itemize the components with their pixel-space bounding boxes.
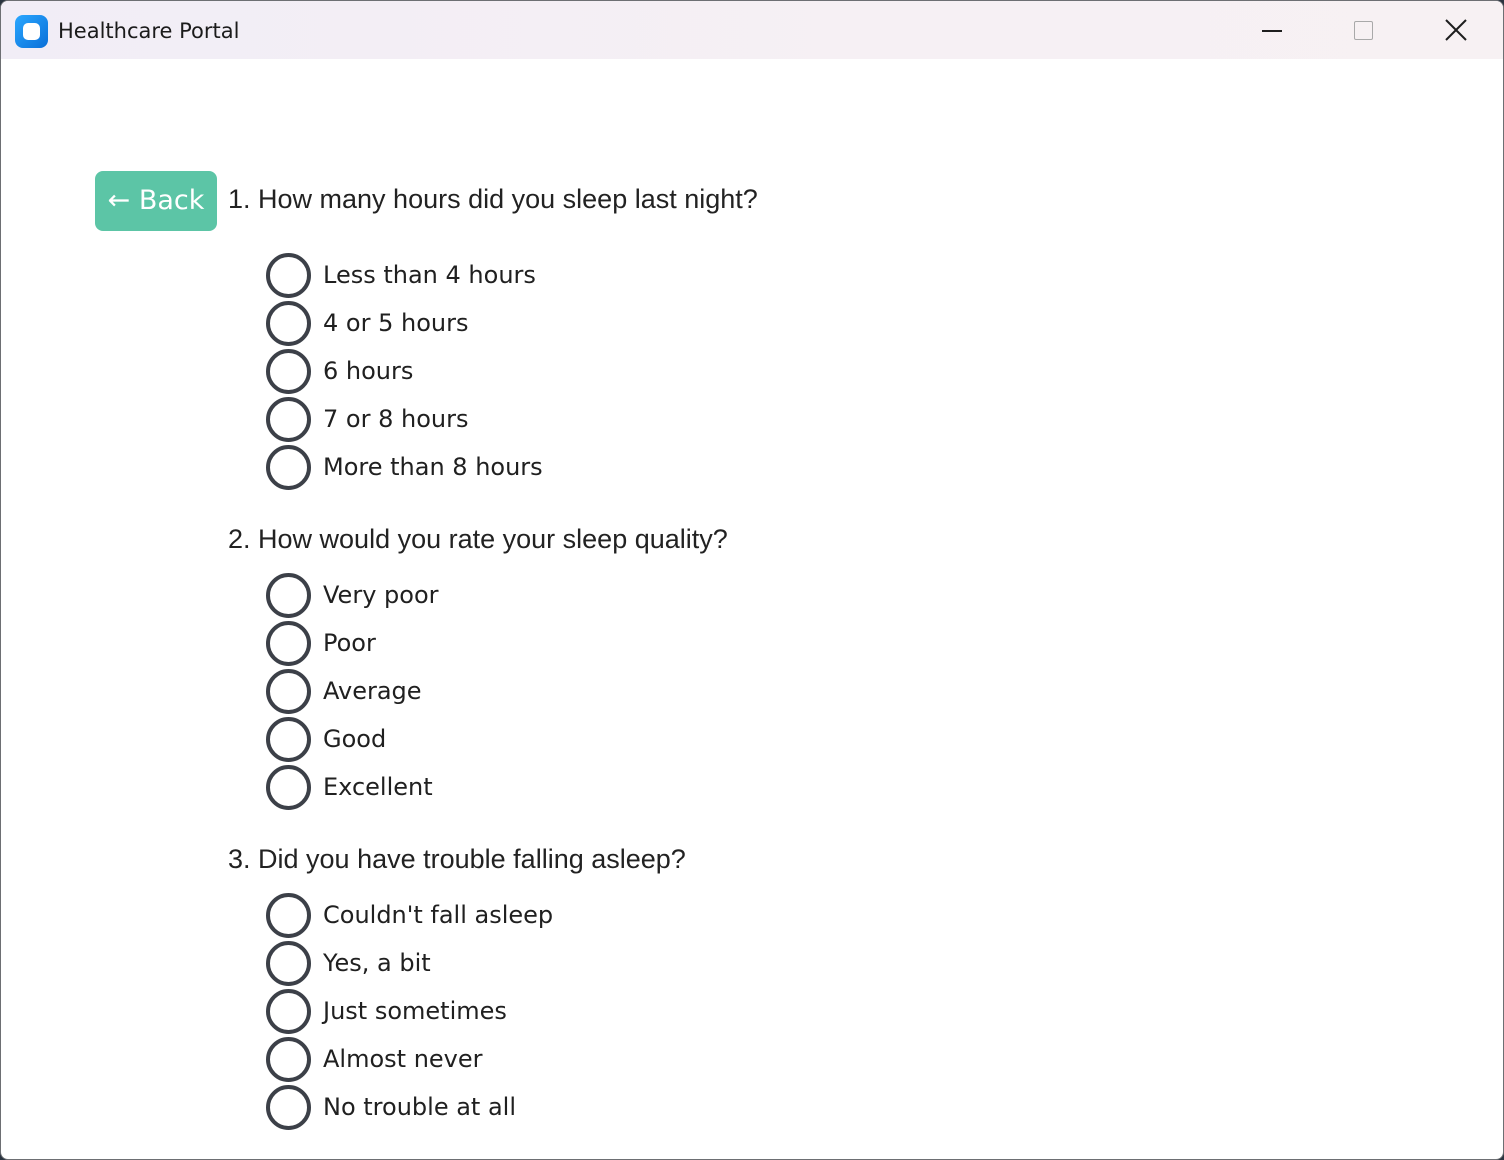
radio-button[interactable] bbox=[266, 621, 311, 666]
question-2: 2. How would you rate your sleep quality… bbox=[228, 524, 728, 554]
question-3: 3. Did you have trouble falling asleep? bbox=[228, 844, 686, 874]
back-button[interactable]: ← Back bbox=[95, 171, 217, 231]
option-label: Just sometimes bbox=[323, 997, 507, 1025]
option-q2-3[interactable]: Average bbox=[266, 669, 686, 715]
option-q3-3[interactable]: Just sometimes bbox=[266, 989, 686, 1035]
option-q3-5[interactable]: No trouble at all bbox=[266, 1085, 686, 1131]
close-icon[interactable] bbox=[1409, 1, 1501, 59]
app-window: Healthcare Portal ← Back 1. How many hou… bbox=[0, 0, 1504, 1160]
option-label: Almost never bbox=[323, 1045, 483, 1073]
option-label: 6 hours bbox=[323, 357, 414, 385]
option-q2-4[interactable]: Good bbox=[266, 717, 686, 763]
radio-button[interactable] bbox=[266, 301, 311, 346]
radio-button[interactable] bbox=[266, 941, 311, 986]
minimize-icon[interactable] bbox=[1226, 1, 1318, 59]
option-q1-1[interactable]: Less than 4 hours bbox=[266, 253, 686, 299]
option-label: 7 or 8 hours bbox=[323, 405, 469, 433]
option-label: More than 8 hours bbox=[323, 453, 543, 481]
option-label: Very poor bbox=[323, 581, 439, 609]
option-label: Yes, a bit bbox=[323, 949, 431, 977]
option-label: 4 or 5 hours bbox=[323, 309, 469, 337]
radio-button[interactable] bbox=[266, 445, 311, 490]
radio-button[interactable] bbox=[266, 717, 311, 762]
option-label: Poor bbox=[323, 629, 376, 657]
radio-button[interactable] bbox=[266, 349, 311, 394]
option-q3-4[interactable]: Almost never bbox=[266, 1037, 686, 1083]
option-q1-4[interactable]: 7 or 8 hours bbox=[266, 397, 686, 443]
option-q2-5[interactable]: Excellent bbox=[266, 765, 686, 811]
option-label: Less than 4 hours bbox=[323, 261, 536, 289]
radio-button[interactable] bbox=[266, 669, 311, 714]
app-icon bbox=[15, 15, 48, 48]
window-title: Healthcare Portal bbox=[58, 19, 240, 43]
option-q1-2[interactable]: 4 or 5 hours bbox=[266, 301, 686, 347]
radio-button[interactable] bbox=[266, 573, 311, 618]
option-q3-2[interactable]: Yes, a bit bbox=[266, 941, 686, 987]
title-bar[interactable]: Healthcare Portal bbox=[1, 1, 1503, 59]
radio-button[interactable] bbox=[266, 253, 311, 298]
option-label: Average bbox=[323, 677, 422, 705]
option-q3-1[interactable]: Couldn't fall asleep bbox=[266, 893, 686, 939]
option-label: Excellent bbox=[323, 773, 433, 801]
maximize-icon[interactable] bbox=[1317, 1, 1409, 59]
radio-button[interactable] bbox=[266, 1037, 311, 1082]
radio-button[interactable] bbox=[266, 765, 311, 810]
option-q1-5[interactable]: More than 8 hours bbox=[266, 445, 686, 491]
radio-button[interactable] bbox=[266, 989, 311, 1034]
option-q2-2[interactable]: Poor bbox=[266, 621, 686, 667]
radio-button[interactable] bbox=[266, 893, 311, 938]
option-label: No trouble at all bbox=[323, 1093, 516, 1121]
option-label: Good bbox=[323, 725, 387, 753]
option-q1-3[interactable]: 6 hours bbox=[266, 349, 686, 395]
question-1: 1. How many hours did you sleep last nig… bbox=[228, 184, 758, 214]
option-label: Couldn't fall asleep bbox=[323, 901, 554, 929]
radio-button[interactable] bbox=[266, 397, 311, 442]
option-q2-1[interactable]: Very poor bbox=[266, 573, 686, 619]
radio-button[interactable] bbox=[266, 1085, 311, 1130]
